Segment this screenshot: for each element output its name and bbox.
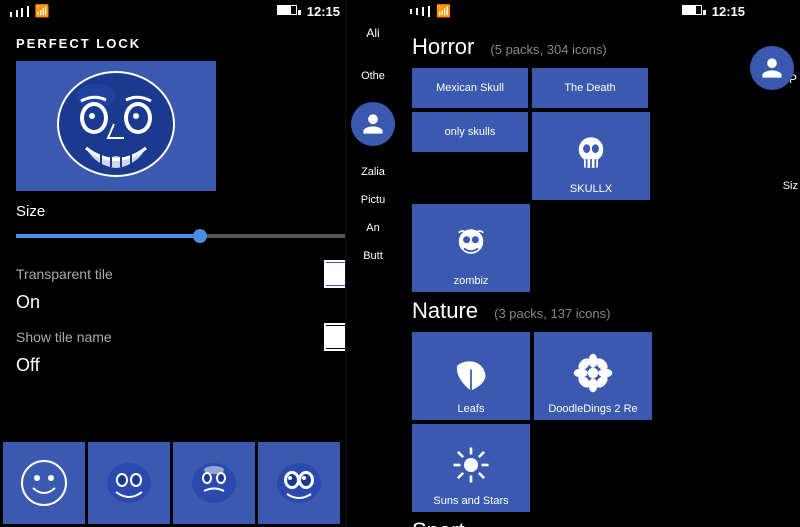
tile-face3[interactable]: [173, 442, 255, 524]
time-right: 12:15: [712, 4, 745, 19]
nature-title: Nature: [412, 298, 478, 323]
avatar-icon-right: [760, 56, 784, 80]
signal-wifi-right: 📶: [410, 4, 451, 18]
tile-mexican-skull-label: Mexican Skull: [436, 82, 504, 94]
smiley-icon: [19, 458, 69, 508]
right-content: Horror (5 packs, 304 icons) Mexican Skul…: [400, 22, 800, 527]
horror-subtitle: (5 packs, 304 icons): [487, 42, 607, 57]
horror-title: Horror: [412, 34, 474, 59]
show-tile-name-section: Show tile name Off: [16, 323, 384, 376]
show-tile-name-row: Show tile name: [16, 323, 384, 351]
right-status-left: 12:15: [277, 4, 340, 19]
size-label-right: Siz: [770, 180, 800, 192]
leafs-label: Leafs: [458, 403, 485, 415]
sport-title: Sport: [412, 518, 465, 527]
tile-smiley[interactable]: [3, 442, 85, 524]
size-label: Size: [16, 203, 384, 220]
face3-icon: [189, 458, 239, 508]
status-bar-right: 📶 12:15: [400, 0, 800, 22]
tile-the-death-label: The Death: [564, 82, 615, 94]
right-status-right: 12:15: [682, 4, 745, 19]
size-slider[interactable]: [16, 226, 356, 246]
transparent-tile-row: Transparent tile: [16, 260, 384, 288]
size-section: Size: [16, 203, 384, 246]
show-tile-name-label: Show tile name: [16, 329, 112, 345]
meme2-icon: [104, 458, 154, 508]
status-bar-left: 📶 12:15: [0, 0, 400, 22]
avatar-button-right[interactable]: [750, 46, 794, 90]
signal-wifi-left: 📶: [10, 4, 50, 18]
skullx-label: SKULLX: [570, 183, 612, 195]
avatar-icon-left: [361, 112, 385, 136]
partial-ali: Ali: [346, 0, 400, 40]
time-left: 12:15: [307, 4, 340, 19]
nature-subtitle: (3 packs, 137 icons): [491, 306, 611, 321]
nature-section-header: Nature (3 packs, 137 icons): [412, 298, 750, 324]
partial-pictu: Pictu: [346, 194, 400, 206]
partial-right-overlay: Ali Othe Zalia Pictu An Butt: [345, 0, 400, 527]
slider-thumb[interactable]: [193, 229, 207, 243]
tile-meme2[interactable]: [88, 442, 170, 524]
partial-an: An: [346, 222, 400, 234]
preview-box: [16, 61, 216, 191]
zombiz-label: zombiz: [454, 275, 489, 287]
app-title: PERFECT LOCK: [16, 36, 384, 51]
battery-icon-left: [277, 5, 301, 18]
tile-zombiz[interactable]: zombiz: [412, 204, 530, 292]
tile-suns-stars[interactable]: Suns and Stars: [412, 424, 530, 512]
tile-face4[interactable]: [258, 442, 340, 524]
sport-section-header: Sport (4 packs, 240 icons): [412, 518, 750, 527]
sun-icon: [447, 441, 495, 489]
zombiz-icon: [447, 221, 495, 269]
left-content: PERFECT LOCK: [0, 22, 400, 396]
flower-icon: [569, 349, 617, 397]
signal-icon-left: [10, 6, 32, 17]
tile-mexican-skull[interactable]: Mexican Skull: [412, 68, 528, 108]
tile-skullx[interactable]: SKULLX: [532, 112, 650, 200]
battery-icon-right: [682, 5, 706, 18]
leaf-icon: [447, 349, 495, 397]
doodledings-label: DoodleDings 2 Re: [548, 403, 637, 415]
nature-grid: Leafs DoodleDings 2 R: [412, 332, 750, 512]
horror-section-header: Horror (5 packs, 304 icons): [412, 34, 750, 60]
transparent-tile-label: Transparent tile: [16, 266, 113, 282]
horror-grid: Mexican Skull The Death only skulls: [412, 68, 750, 292]
bottom-tiles-left: [0, 439, 400, 527]
partial-butt: Butt: [346, 250, 400, 262]
left-panel: 📶 12:15 PERFECT LOCK: [0, 0, 400, 527]
tile-doodledings[interactable]: DoodleDings 2 Re: [534, 332, 652, 420]
meme-face-svg: [46, 66, 186, 186]
suns-stars-label: Suns and Stars: [433, 495, 508, 507]
show-tile-name-value: Off: [16, 355, 384, 376]
tile-the-death[interactable]: The Death: [532, 68, 648, 108]
skullx-icon: [567, 129, 615, 177]
tile-leafs[interactable]: Leafs: [412, 332, 530, 420]
tile-only-skulls[interactable]: only skulls: [412, 112, 528, 152]
transparent-tile-value: On: [16, 292, 384, 313]
face4-icon: [274, 458, 324, 508]
partial-other: Othe: [346, 70, 400, 82]
tile-only-skulls-label: only skulls: [445, 126, 496, 138]
wifi-icon-left: 📶: [35, 4, 50, 18]
partial-avatar-tile: [346, 102, 400, 146]
right-panel: 📶 12:15 Horror (5 packs, 304 icons) Mexi…: [400, 0, 800, 527]
transparent-tile-section: Transparent tile On: [16, 260, 384, 313]
wifi-icon-right: 📶: [436, 4, 451, 18]
slider-fill: [16, 234, 203, 238]
partial-zalia: Zalia: [346, 166, 400, 178]
